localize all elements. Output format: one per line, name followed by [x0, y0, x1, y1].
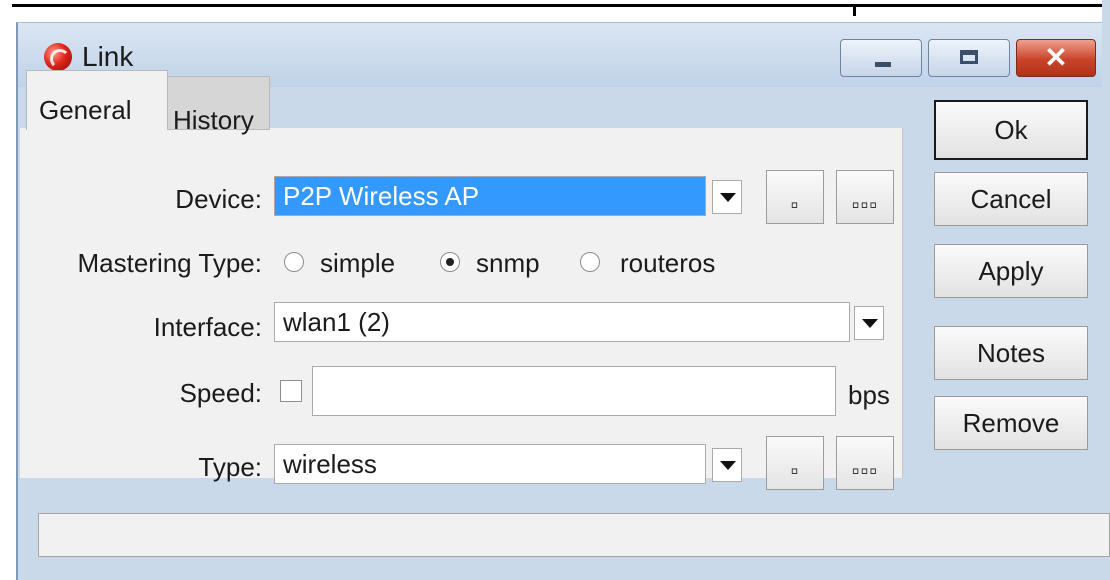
apply-button[interactable]: Apply — [934, 244, 1088, 298]
speed-unit-label: bps — [848, 380, 890, 410]
type-label: Type: — [198, 452, 262, 482]
radio-simple[interactable] — [284, 252, 304, 272]
minimize-icon — [875, 62, 891, 67]
speed-input[interactable] — [312, 366, 836, 416]
top-border-line — [12, 4, 1110, 7]
device-dropdown-button[interactable] — [712, 180, 742, 214]
type-select[interactable]: wireless — [274, 444, 706, 484]
radio-snmp[interactable] — [440, 252, 460, 272]
mastering-type-label: Mastering Type: — [77, 248, 262, 278]
minimize-button[interactable] — [840, 39, 922, 77]
type-browse-button[interactable]: ▫▫▫ — [836, 436, 894, 490]
top-border-mark — [853, 4, 856, 16]
window-title: Link — [82, 41, 134, 72]
radio-simple-label[interactable]: simple — [320, 248, 395, 279]
notes-button[interactable]: Notes — [934, 326, 1088, 380]
mikrotik-icon — [44, 43, 72, 71]
tab-history[interactable]: History — [160, 76, 270, 135]
tab-general[interactable]: General — [26, 70, 168, 130]
device-browse-button[interactable]: ▫▫▫ — [836, 170, 894, 224]
device-up-button[interactable]: ▫ — [766, 170, 824, 224]
radio-routeros[interactable] — [580, 252, 600, 272]
radio-routeros-label[interactable]: routeros — [620, 248, 715, 279]
remove-button[interactable]: Remove — [934, 396, 1088, 450]
cancel-button[interactable]: Cancel — [934, 172, 1088, 226]
interface-dropdown-button[interactable] — [854, 306, 884, 340]
interface-label: Interface: — [153, 312, 262, 342]
speed-label: Speed: — [179, 378, 262, 408]
status-bar — [38, 513, 1110, 557]
speed-checkbox[interactable] — [280, 380, 302, 402]
close-button[interactable]: ✕ — [1016, 39, 1096, 77]
device-label: Device: — [175, 184, 262, 214]
radio-snmp-label[interactable]: snmp — [476, 248, 540, 279]
maximize-button[interactable] — [928, 39, 1010, 77]
type-dropdown-button[interactable] — [712, 448, 742, 482]
window-right-edge — [1102, 0, 1110, 579]
ok-button[interactable]: Ok — [934, 100, 1088, 160]
close-icon: ✕ — [1044, 42, 1068, 73]
maximize-icon — [960, 50, 978, 64]
interface-select[interactable]: wlan1 (2) — [274, 302, 850, 342]
device-select[interactable]: P2P Wireless AP — [274, 176, 706, 216]
type-up-button[interactable]: ▫ — [766, 436, 824, 490]
